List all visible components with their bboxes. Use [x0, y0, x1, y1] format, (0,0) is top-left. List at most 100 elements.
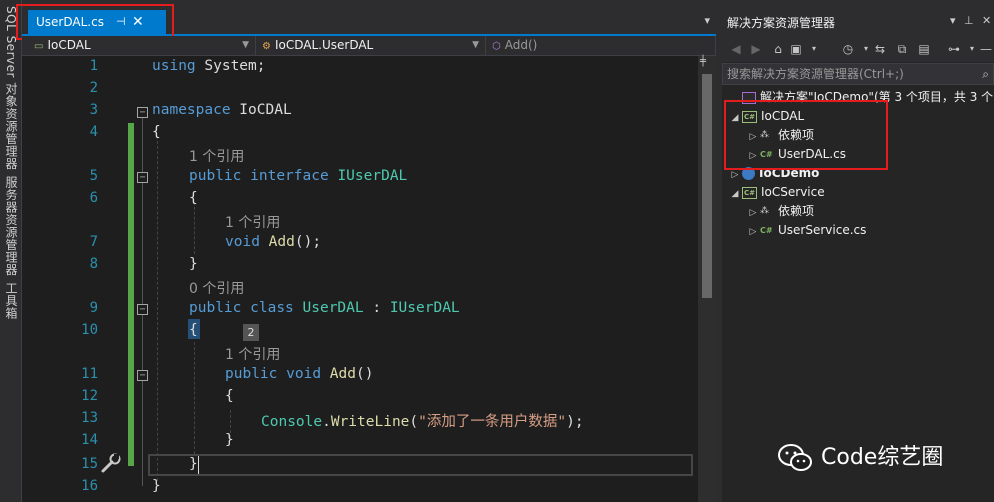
- csharp-project-icon: ▭: [34, 41, 44, 52]
- dropdown-icon[interactable]: ▾: [950, 14, 956, 27]
- method-icon: ⬡: [492, 41, 501, 52]
- tree-item-dependencies[interactable]: ▷ ⁂ 依赖项: [746, 202, 814, 221]
- document-tab-bar: UserDAL.cs ⊣ ✕ ▾: [22, 0, 716, 36]
- code-line-3: namespace IoCDAL: [152, 102, 292, 118]
- tree-item-dependencies[interactable]: ▷ ⁂ 依赖项: [746, 126, 814, 145]
- csharp-file-icon: C#: [760, 150, 773, 159]
- home-icon[interactable]: ⌂: [770, 41, 786, 57]
- scrollbar-thumb[interactable]: [702, 74, 712, 298]
- back-icon[interactable]: ◀: [728, 41, 744, 57]
- member-dropdown-label: Add(): [504, 38, 538, 52]
- search-placeholder: 搜索解决方案资源管理器(Ctrl+;): [727, 67, 904, 81]
- tree-item-label: UserService.cs: [778, 223, 867, 237]
- navigation-bar: ▭ IoCDAL ▼ ⚙ IoCDAL.UserDAL ▼ ⬡ Add(): [22, 36, 716, 56]
- text-caret: [198, 456, 199, 474]
- pin-icon[interactable]: ⊥: [964, 14, 974, 27]
- tab-userdal-cs[interactable]: UserDAL.cs ⊣ ✕: [28, 10, 166, 34]
- solution-explorer-title-bar: 解决方案资源管理器 ▾ ⊥ ✕: [722, 0, 994, 36]
- code-line-13: Console.WriteLine("添加了一条用户数据");: [261, 414, 584, 430]
- chevron-down-icon: ▼: [242, 40, 249, 50]
- tree-item-label: 依赖项: [778, 204, 815, 218]
- class-icon: ⚙: [262, 41, 271, 52]
- csharp-file-icon: C#: [760, 226, 773, 235]
- project-dropdown[interactable]: ▭ IoCDAL ▼: [28, 36, 256, 55]
- wechat-logo-icon: [778, 444, 812, 471]
- code-line-5: public interface IUserDAL: [189, 168, 408, 184]
- solution-explorer-title: 解决方案资源管理器: [727, 16, 836, 30]
- pin-icon[interactable]: ⊣: [116, 10, 126, 34]
- code-area[interactable]: using System; namespace IoCDAL { 1 个引用 p…: [22, 56, 698, 502]
- codelens-reference[interactable]: 1 个引用: [225, 212, 280, 232]
- project-dropdown-label: IoCDAL: [47, 38, 91, 52]
- codelens-reference[interactable]: 1 个引用: [225, 344, 280, 364]
- code-line-9: public class UserDAL : IUserDAL: [189, 300, 460, 316]
- solution-icon: [742, 91, 756, 104]
- tree-item-iocservice[interactable]: ◢ C# IoCService: [728, 183, 825, 202]
- properties-icon[interactable]: ⊶: [946, 41, 962, 57]
- split-window-icon[interactable]: ╪: [700, 56, 706, 67]
- tree-item-label: IoCDAL: [761, 109, 805, 123]
- code-line-8: }: [189, 256, 198, 272]
- quick-actions-wrench-icon[interactable]: [100, 452, 122, 474]
- collapse-all-icon[interactable]: ⧉: [894, 41, 910, 57]
- sql-server-object-explorer-tab[interactable]: SQL Server 对象资源管理器: [3, 6, 20, 170]
- chevron-down-icon: ▼: [472, 40, 479, 50]
- codelens-reference[interactable]: 0 个引用: [189, 278, 244, 298]
- preview-icon[interactable]: —: [978, 41, 994, 57]
- tree-item-userdal-cs[interactable]: ▷ C# UserDAL.cs: [746, 145, 846, 164]
- pending-changes-filter-icon[interactable]: ◷: [840, 41, 856, 57]
- codelens-reference[interactable]: 1 个引用: [189, 146, 244, 166]
- csharp-project-icon: C#: [742, 186, 757, 199]
- code-line-16: }: [152, 478, 161, 494]
- dependencies-icon: ⁂: [760, 206, 769, 216]
- tree-item-solution[interactable]: 解决方案"IoCDemo"(第 3 个项目，共 3 个): [728, 88, 994, 107]
- class-dropdown[interactable]: ⚙ IoCDAL.UserDAL ▼: [256, 36, 486, 55]
- web-project-icon: [742, 167, 755, 180]
- tree-item-label: 解决方案"IoCDemo"(第 3 个项目，共 3 个): [760, 90, 994, 104]
- tree-item-label: IoCService: [761, 185, 825, 199]
- forward-icon[interactable]: ▶: [748, 41, 764, 57]
- solution-explorer-panel: 解决方案资源管理器 ▾ ⊥ ✕ ◀ ▶ ⌂ ▣ ▾ ◷ ▾ ⇆ ⧉ ▤ ⊶ ▾ …: [722, 0, 994, 502]
- code-line-1: using System;: [152, 58, 266, 74]
- tree-item-userservice-cs[interactable]: ▷ C# UserService.cs: [746, 221, 867, 242]
- dependencies-icon: ⁂: [760, 130, 769, 140]
- show-all-files-icon[interactable]: ▤: [916, 41, 932, 57]
- watermark: Code综艺圈: [777, 440, 943, 476]
- close-icon[interactable]: ✕: [982, 14, 991, 27]
- close-icon[interactable]: ✕: [132, 10, 144, 34]
- collapsed-arrow-icon[interactable]: ▷: [746, 223, 760, 242]
- code-line-11: public void Add(): [225, 366, 374, 382]
- solution-explorer-toolbar: ◀ ▶ ⌂ ▣ ▾ ◷ ▾ ⇆ ⧉ ▤ ⊶ ▾ —: [722, 36, 994, 62]
- switch-views-icon[interactable]: ▣: [788, 41, 804, 57]
- expanded-arrow-icon[interactable]: ◢: [728, 109, 742, 128]
- code-line-15: }: [189, 456, 198, 472]
- tab-label: UserDAL.cs: [36, 15, 104, 29]
- member-dropdown[interactable]: ⬡ Add(): [486, 36, 716, 55]
- code-line-4: {: [152, 124, 161, 140]
- code-line-10: {: [189, 322, 198, 338]
- code-line-7: void Add();: [225, 234, 322, 250]
- code-line-14: }: [225, 432, 234, 448]
- code-line-6: {: [189, 190, 198, 206]
- solution-search-input[interactable]: 搜索解决方案资源管理器(Ctrl+;) ⌕: [722, 63, 994, 85]
- chevron-down-icon[interactable]: ▾: [806, 41, 822, 57]
- tree-item-iocdemo[interactable]: ▷ IoCDemo: [728, 164, 819, 183]
- watermark-text: Code综艺圈: [821, 445, 944, 470]
- tree-item-iocdal[interactable]: ◢ C# IoCDAL: [728, 107, 805, 128]
- tree-item-label: IoCDemo: [759, 166, 820, 180]
- code-editor[interactable]: 1 2 3 4 5 6 7 8 9 10 11 12 13 14 15 16 −…: [22, 56, 716, 502]
- brace-count-badge: 2: [243, 324, 259, 341]
- toolbox-tab[interactable]: 工具箱: [3, 282, 20, 320]
- tree-item-label: UserDAL.cs: [778, 147, 846, 161]
- left-tool-strip: SQL Server 对象资源管理器 服务器资源管理器 工具箱: [0, 0, 22, 502]
- search-icon[interactable]: ⌕: [982, 64, 989, 84]
- code-line-12: {: [225, 388, 234, 404]
- tree-item-label: 依赖项: [778, 128, 815, 142]
- class-dropdown-label: IoCDAL.UserDAL: [274, 38, 374, 52]
- server-explorer-tab[interactable]: 服务器资源管理器: [3, 176, 20, 276]
- expanded-arrow-icon[interactable]: ◢: [728, 185, 742, 204]
- csharp-project-icon: C#: [742, 110, 757, 123]
- sync-icon[interactable]: ⇆: [872, 41, 888, 57]
- tab-overflow-dropdown-icon[interactable]: ▾: [704, 14, 710, 27]
- editor-vertical-scrollbar[interactable]: ╪: [698, 56, 716, 502]
